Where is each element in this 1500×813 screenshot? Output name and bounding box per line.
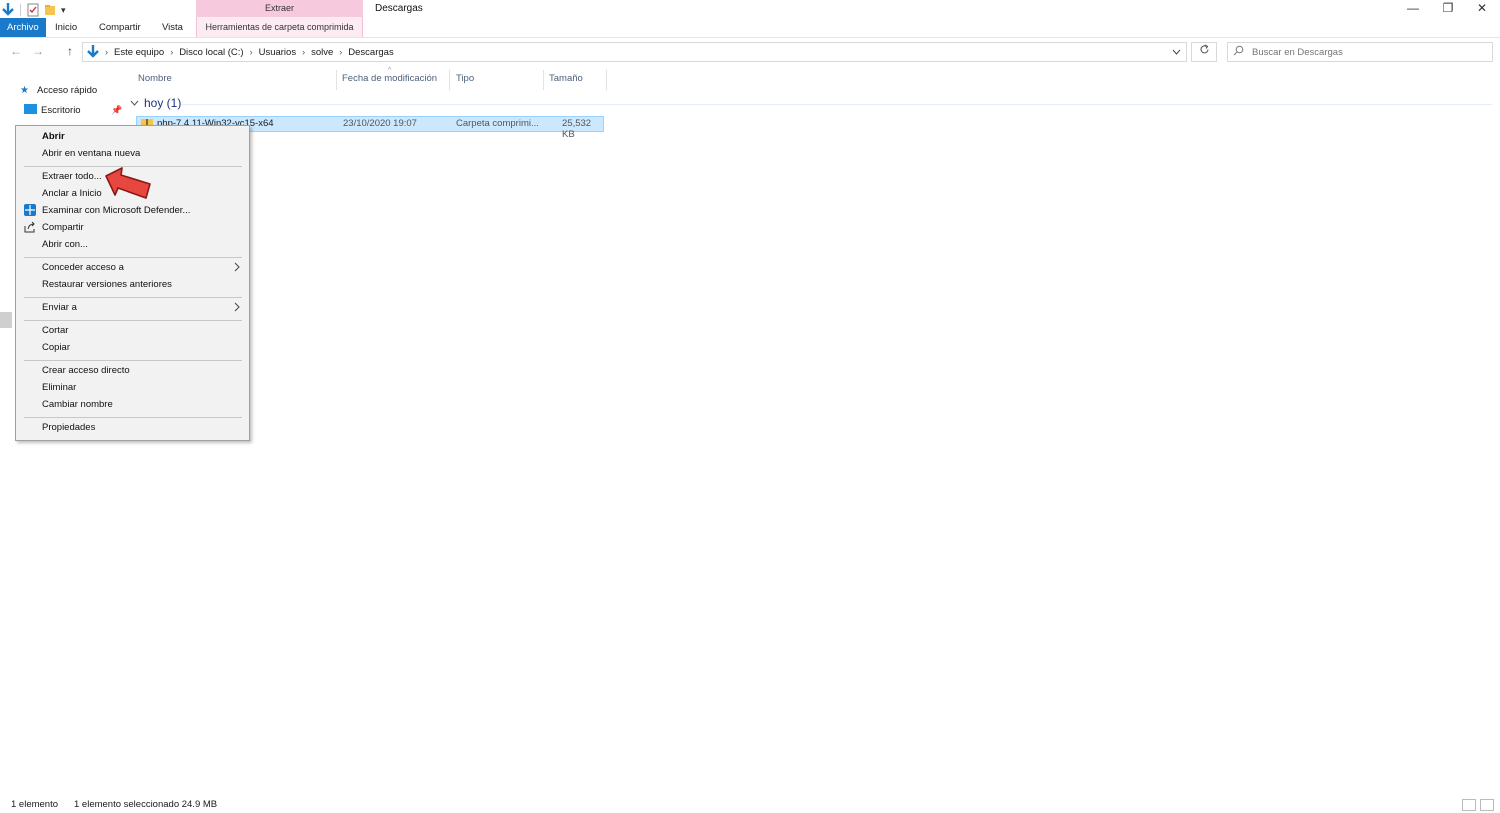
nav-item-label: Acceso rápido: [37, 85, 98, 96]
address-history-dropdown[interactable]: [1166, 43, 1186, 61]
search-box[interactable]: [1227, 42, 1493, 62]
group-header-today[interactable]: hoy (1): [130, 96, 181, 110]
details-view-button[interactable]: [1462, 799, 1476, 811]
menu-item-properties[interactable]: Propiedades: [42, 420, 95, 436]
qat-customize-icon[interactable]: ▾: [61, 5, 66, 16]
menu-separator: [24, 320, 242, 321]
menu-item-send-to[interactable]: Enviar a: [42, 300, 77, 316]
tab-compartir[interactable]: Compartir: [91, 19, 149, 37]
sort-indicator-icon: ^: [388, 67, 392, 74]
menu-item-restore-versions[interactable]: Restaurar versiones anteriores: [42, 277, 172, 293]
column-header-name[interactable]: Nombre: [138, 73, 172, 84]
menu-separator: [24, 297, 242, 298]
refresh-button[interactable]: [1191, 42, 1217, 62]
tab-inicio[interactable]: Inicio: [47, 19, 85, 37]
submenu-arrow-icon: [234, 261, 240, 275]
nav-scrollbar-thumb[interactable]: [0, 312, 12, 328]
menu-item-pin-start[interactable]: Anclar a Inicio: [42, 186, 102, 202]
column-header-modified[interactable]: Fecha de modificación: [342, 73, 437, 84]
share-icon: [23, 221, 37, 235]
menu-item-share[interactable]: Compartir: [42, 220, 84, 236]
up-button[interactable]: ↑: [67, 44, 73, 58]
download-arrow-icon: [2, 3, 14, 16]
menu-item-create-shortcut[interactable]: Crear acceso directo: [42, 363, 130, 379]
column-divider[interactable]: [449, 70, 450, 90]
menu-separator: [24, 360, 242, 361]
submenu-arrow-icon: [234, 301, 240, 315]
defender-shield-icon: [23, 204, 37, 218]
breadcrumb-este-equipo[interactable]: Este equipo: [110, 47, 168, 58]
downloads-icon: [87, 45, 99, 58]
menu-separator: [24, 417, 242, 418]
nav-item-escritorio[interactable]: Escritorio: [24, 104, 81, 117]
menu-separator: [24, 257, 242, 258]
chevron-down-icon: [1172, 49, 1180, 55]
contextual-group-label: Extraer: [196, 0, 363, 17]
breadcrumb-separator[interactable]: ›: [168, 47, 175, 57]
star-icon: ★: [20, 85, 29, 96]
group-divider: [182, 104, 1492, 105]
refresh-icon: [1199, 44, 1209, 54]
status-bar: 1 elemento 1 elemento seleccionado 24.9 …: [0, 796, 1500, 813]
menu-item-copy[interactable]: Copiar: [42, 340, 70, 356]
chevron-down-icon[interactable]: [130, 99, 139, 108]
menu-item-extract-all[interactable]: Extraer todo...: [42, 169, 102, 185]
column-header-type[interactable]: Tipo: [456, 73, 474, 84]
quick-access-toolbar: ▾: [2, 2, 66, 18]
menu-item-open-new-window[interactable]: Abrir en ventana nueva: [42, 146, 140, 162]
breadcrumb-solve[interactable]: solve: [307, 47, 337, 58]
navigation-bar: ← → ↑ › Este equipo › Disco local (C:) ›…: [0, 38, 1500, 66]
file-type: Carpeta comprimi...: [456, 118, 539, 129]
properties-icon[interactable]: [27, 3, 39, 17]
column-divider[interactable]: [606, 70, 607, 90]
search-icon: [1228, 45, 1248, 59]
tab-archivo[interactable]: Archivo: [0, 18, 46, 37]
breadcrumb-separator[interactable]: ›: [337, 47, 344, 57]
address-bar[interactable]: › Este equipo › Disco local (C:) › Usuar…: [82, 42, 1187, 62]
file-size: 25,532 KB: [562, 118, 592, 140]
file-modified: 23/10/2020 19:07: [343, 118, 417, 129]
tab-compressed-folder-tools[interactable]: Herramientas de carpeta comprimida: [196, 17, 363, 37]
breadcrumb-separator[interactable]: ›: [103, 47, 110, 57]
column-headers: Nombre Fecha de modificación ^ Tipo Tama…: [128, 67, 618, 90]
window-title: Descargas: [375, 3, 423, 14]
status-selection: 1 elemento seleccionado 24.9 MB: [74, 799, 218, 810]
menu-item-cut[interactable]: Cortar: [42, 323, 68, 339]
forward-button[interactable]: →: [32, 44, 44, 58]
pin-icon[interactable]: 📌: [111, 105, 122, 116]
menu-item-give-access[interactable]: Conceder acceso a: [42, 260, 124, 276]
title-bar: ▾ Archivo Inicio Compartir Vista Extraer…: [0, 0, 1500, 38]
search-input[interactable]: [1248, 46, 1478, 58]
menu-item-rename[interactable]: Cambiar nombre: [42, 397, 113, 413]
breadcrumb-disco-local[interactable]: Disco local (C:): [175, 47, 247, 58]
menu-item-delete[interactable]: Eliminar: [42, 380, 76, 396]
column-header-size[interactable]: Tamaño: [549, 73, 583, 84]
column-divider[interactable]: [336, 70, 337, 90]
menu-item-open-with[interactable]: Abrir con...: [42, 237, 88, 253]
close-button[interactable]: ✕: [1462, 0, 1500, 18]
breadcrumb-separator[interactable]: ›: [300, 47, 307, 57]
group-label: hoy (1): [144, 96, 182, 110]
large-icons-view-button[interactable]: [1480, 799, 1494, 811]
status-item-count: 1 elemento: [11, 799, 59, 810]
column-divider[interactable]: [543, 70, 544, 90]
minimize-button[interactable]: —: [1393, 0, 1433, 18]
breadcrumb-separator[interactable]: ›: [248, 47, 255, 57]
nav-item-quick-access[interactable]: ★ Acceso rápido: [20, 85, 97, 96]
annotation-arrow-icon: [105, 167, 151, 199]
desktop-icon: [24, 104, 38, 117]
tab-vista[interactable]: Vista: [154, 19, 191, 37]
nav-item-label: Escritorio: [41, 105, 81, 116]
menu-item-open[interactable]: Abrir: [42, 129, 65, 145]
breadcrumb-usuarios[interactable]: Usuarios: [255, 47, 301, 58]
breadcrumb-descargas[interactable]: Descargas: [344, 47, 397, 58]
back-button[interactable]: ←: [10, 44, 22, 58]
new-folder-icon[interactable]: [44, 3, 56, 17]
